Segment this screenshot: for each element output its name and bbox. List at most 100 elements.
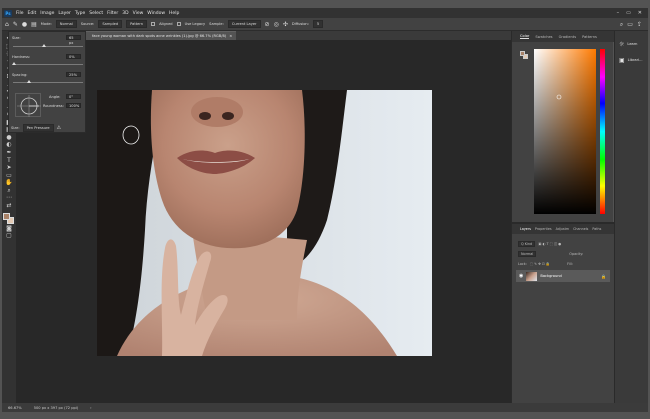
pressure-row: Size: Pen Pressure ⚠ xyxy=(11,124,84,132)
use-legacy-label: Use Legacy xyxy=(184,22,206,26)
tab-patterns[interactable]: Patterns xyxy=(582,35,597,39)
color-panel-foreground-swatch[interactable] xyxy=(520,51,525,56)
eye-icon[interactable]: ◉ xyxy=(519,273,523,279)
diffusion-icon[interactable]: ✣ xyxy=(283,21,288,28)
brush-settings-popup: Size: 65 px Hardness: 0% Spacing: 25% An… xyxy=(8,31,86,133)
preset-pressure-select[interactable]: Pen Pressure xyxy=(22,124,54,132)
source-pattern-button[interactable]: Pattern xyxy=(126,20,148,28)
libraries-panel-button[interactable]: ▣ Librari... xyxy=(615,52,648,68)
home-icon[interactable]: ⌂ xyxy=(5,21,9,28)
tab-channels[interactable]: Channels xyxy=(573,227,588,231)
brush-angle-preview[interactable] xyxy=(15,93,41,117)
tab-layers[interactable]: Layers xyxy=(520,227,531,231)
layer-name: Background xyxy=(540,274,562,278)
menu-3d[interactable]: 3D xyxy=(122,11,128,16)
menu-help[interactable]: Help xyxy=(169,11,179,16)
search-icon[interactable]: ⌕ xyxy=(620,21,623,29)
healing-brush-tool-icon[interactable]: ✎ xyxy=(13,21,18,28)
maximize-button[interactable]: ▭ xyxy=(626,10,631,16)
blend-mode-select[interactable]: Normal xyxy=(518,250,537,257)
foreground-color-swatch[interactable] xyxy=(3,212,10,220)
swap-colors-icon[interactable]: ⇄ xyxy=(6,202,11,210)
preset-size-label: Size: xyxy=(11,126,20,130)
tab-paths[interactable]: Paths xyxy=(592,227,601,231)
photoshop-window: Ps File Edit Image Layer Type Select Fil… xyxy=(0,0,650,419)
sample-select[interactable]: Current Layer xyxy=(227,20,261,28)
menu-filter[interactable]: Filter xyxy=(107,11,118,16)
quick-mask-icon[interactable]: ◙ xyxy=(6,225,12,233)
document-image[interactable] xyxy=(97,90,432,356)
layer-kind-filter[interactable]: Q Kind xyxy=(518,240,536,247)
app-logo: Ps xyxy=(4,9,12,17)
color-panel-swatches[interactable] xyxy=(520,51,528,59)
source-sampled-button[interactable]: Sampled xyxy=(98,20,123,28)
tab-adjustments[interactable]: Adjustm xyxy=(556,227,570,231)
mode-select[interactable]: Normal xyxy=(55,20,77,28)
zoom-tool-icon[interactable]: ⌕ xyxy=(7,187,10,195)
hardness-label: Hardness: xyxy=(12,55,31,59)
ignore-adjustment-icon[interactable]: ⊘ xyxy=(265,21,270,28)
dodge-tool-icon[interactable]: ◐ xyxy=(6,141,11,149)
menu-window[interactable]: Window xyxy=(147,11,165,16)
menu-view[interactable]: View xyxy=(133,11,144,16)
diffusion-field[interactable]: 5 xyxy=(312,20,324,28)
layers-panel: Layers Properties Adjustm Channels Paths… xyxy=(512,222,614,412)
hardness-field[interactable]: 0% xyxy=(66,54,81,59)
blur-tool-icon[interactable]: ● xyxy=(6,134,11,142)
brush-settings-icon[interactable]: ▤ xyxy=(31,21,37,28)
more-tools-icon[interactable]: ⋯ xyxy=(6,194,12,202)
menu-edit[interactable]: Edit xyxy=(28,11,37,16)
close-window-button[interactable]: ✕ xyxy=(638,10,642,16)
angle-field[interactable]: 0° xyxy=(66,94,81,99)
hardness-slider-thumb[interactable] xyxy=(12,62,16,65)
pressure-size-icon[interactable]: ◎ xyxy=(274,21,279,28)
status-arrow-icon[interactable]: › xyxy=(90,406,91,410)
workspace-icon[interactable]: ▭ xyxy=(627,21,633,28)
filter-icons[interactable]: ▣ ◐ T ⬚ ◫ ● xyxy=(538,242,561,246)
status-bar: 66.67% 500 px x 397 px (72 ppi) › xyxy=(2,403,648,412)
roundness-field[interactable]: 100% xyxy=(66,103,81,108)
spacing-slider-thumb[interactable] xyxy=(27,80,31,83)
size-field[interactable]: 65 px xyxy=(66,35,81,45)
hue-slider[interactable] xyxy=(600,49,605,214)
hand-tool-icon[interactable]: ✋ xyxy=(5,179,12,187)
lock-icons[interactable]: ⬚ ✎ ✥ ⊡ 🔒 xyxy=(530,262,550,266)
tab-properties[interactable]: Properties xyxy=(535,227,552,231)
menu-layer[interactable]: Layer xyxy=(58,11,71,16)
menu-type[interactable]: Type xyxy=(75,11,85,16)
share-icon[interactable]: ⇪ xyxy=(637,21,642,28)
size-slider-thumb[interactable] xyxy=(42,44,46,47)
document-tab-title: face young woman with dark spots acne wr… xyxy=(92,34,227,38)
screen-mode-icon[interactable]: ▢ xyxy=(6,232,12,240)
diffusion-label: Diffusion: xyxy=(291,22,309,26)
aligned-checkbox[interactable] xyxy=(151,22,156,26)
layer-row-background[interactable]: ◉ Background 🔒 xyxy=(516,270,610,282)
hardness-slider[interactable] xyxy=(13,64,83,65)
minimize-button[interactable]: – xyxy=(617,10,620,16)
zoom-level[interactable]: 66.67% xyxy=(8,406,22,410)
tab-swatches[interactable]: Swatches xyxy=(535,35,552,39)
color-picker-field[interactable] xyxy=(534,49,596,214)
menu-select[interactable]: Select xyxy=(89,11,103,16)
menu-file[interactable]: File xyxy=(16,11,24,16)
spacing-slider[interactable] xyxy=(13,82,83,83)
foreground-background-swatches[interactable] xyxy=(3,212,15,225)
libraries-label: Librari... xyxy=(627,58,643,62)
tab-color[interactable]: Color xyxy=(520,34,530,39)
path-select-tool-icon[interactable]: ➤ xyxy=(6,164,11,172)
color-panel-tabs: Color Swatches Gradients Patterns xyxy=(512,31,614,42)
use-legacy-checkbox[interactable] xyxy=(176,22,181,26)
menu-image[interactable]: Image xyxy=(40,11,54,16)
brush-preset-picker-icon[interactable]: ● xyxy=(22,21,27,28)
pen-tool-icon[interactable]: ✒ xyxy=(6,149,11,157)
tab-gradients[interactable]: Gradients xyxy=(559,35,577,39)
type-tool-icon[interactable]: T xyxy=(7,157,11,165)
learn-panel-button[interactable]: ☼ Learn xyxy=(615,36,648,52)
opacity-label: Opacity: xyxy=(569,251,584,256)
document-close-icon[interactable]: × xyxy=(229,34,232,38)
spacing-field[interactable]: 25% xyxy=(66,72,81,77)
right-panel-dock: Color Swatches Gradients Patterns Layers… xyxy=(511,31,614,412)
aligned-label: Aligned xyxy=(159,22,173,26)
document-tab[interactable]: face young woman with dark spots acne wr… xyxy=(86,31,236,40)
size-slider[interactable] xyxy=(13,46,83,47)
